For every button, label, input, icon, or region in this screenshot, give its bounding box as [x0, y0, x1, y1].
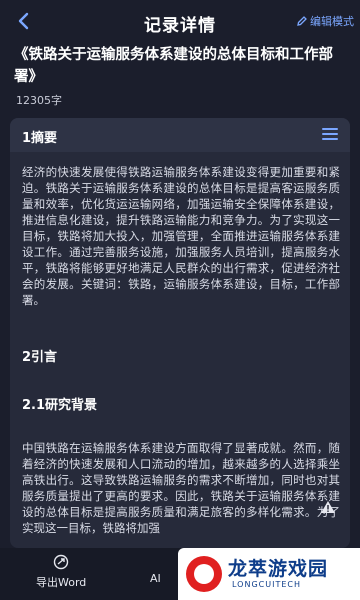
logo-name: 龙萃游戏园 [228, 558, 329, 580]
logo-mark-icon [186, 556, 222, 592]
edit-mode-button[interactable]: 编辑模式 [296, 13, 354, 29]
watermark-logo: 龙萃游戏园 LONGCUITECH [178, 548, 360, 600]
export-word-label: 导出Word [36, 576, 87, 589]
logo-sub: LONGCUITECH [232, 580, 301, 589]
section-heading: 1摘要 [22, 131, 58, 146]
background-block: 中国铁路在运输服务体系建设方面取得了显著成就。然而，随着经济的快速发展和人口流动… [22, 440, 340, 536]
section-title: 2引言 [22, 350, 58, 365]
background-text: 中国铁路在运输服务体系建设方面取得了显著成就。然而，随着经济的快速发展和人口流动… [22, 441, 340, 535]
document-title: 《铁路关于运输服务体系建设的总体目标和工作部署》 [14, 47, 333, 85]
abstract-text: 经济的快速发展使得铁路运输服务体系建设变得更加重要和紧迫。铁路关于运输服务体系建… [22, 165, 340, 307]
content-card: 1摘要 经济的快速发展使得铁路运输服务体系建设变得更加重要和紧迫。铁路关于运输服… [10, 118, 350, 548]
card-header: 1摘要 [10, 118, 350, 152]
pencil-icon [297, 16, 307, 26]
char-count: 12305字 [16, 94, 62, 107]
top-bar: 记录详情 编辑模式 [0, 0, 360, 44]
subsection-title: 2.1研究背景 [22, 398, 98, 413]
ai-button[interactable]: AI [150, 572, 161, 585]
edit-mode-label: 编辑模式 [310, 15, 354, 28]
abstract-block: 经济的快速发展使得铁路运输服务体系建设变得更加重要和紧迫。铁路关于运输服务体系建… [22, 164, 340, 308]
export-word-button[interactable]: 导出Word [36, 554, 86, 590]
export-icon [53, 554, 69, 570]
warning-icon[interactable] [320, 500, 336, 514]
ai-label: AI [150, 572, 161, 585]
menu-icon[interactable] [322, 128, 338, 140]
